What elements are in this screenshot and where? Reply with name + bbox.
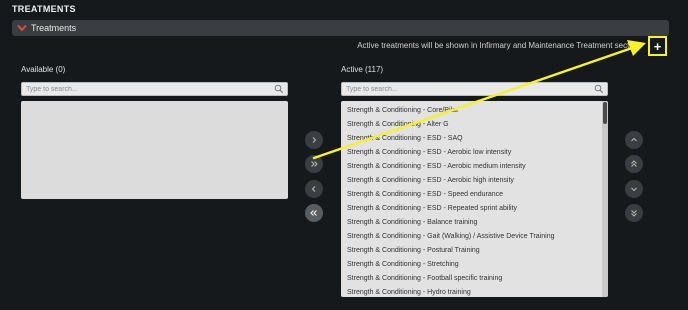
section-title: Treatments — [31, 23, 77, 33]
list-item[interactable]: Strength & Conditioning - Balance traini… — [341, 215, 608, 229]
info-text: Active treatments will be shown in Infir… — [357, 41, 640, 50]
list-item[interactable]: Strength & Conditioning - ESD - Speed en… — [341, 187, 608, 201]
page-title: TREATMENTS — [12, 4, 76, 14]
active-list-scrollbar[interactable] — [602, 101, 608, 297]
double-chevron-up-icon — [631, 160, 637, 167]
list-item[interactable]: Strength & Conditioning - Postural Train… — [341, 243, 608, 257]
move-all-left-button[interactable] — [305, 204, 323, 222]
move-down-button[interactable] — [625, 180, 643, 198]
double-chevron-down-icon — [631, 210, 637, 217]
list-item[interactable]: Strength & Conditioning - Stretching — [341, 257, 608, 271]
search-icon — [274, 84, 284, 94]
move-all-right-button[interactable] — [305, 155, 323, 173]
double-chevron-left-icon — [310, 210, 317, 216]
list-item[interactable]: Strength & Conditioning - ESD - Aerobic … — [341, 145, 608, 159]
move-left-button[interactable] — [305, 180, 323, 198]
move-to-bottom-button[interactable] — [625, 204, 643, 222]
available-search — [21, 82, 288, 96]
list-item[interactable]: Strength & Conditioning - ESD - Aerobic … — [341, 173, 608, 187]
list-item[interactable]: Strength & Conditioning - Football speci… — [341, 271, 608, 285]
chevron-down-icon — [17, 25, 27, 31]
available-list[interactable] — [21, 101, 288, 199]
move-to-top-button[interactable] — [625, 155, 643, 173]
list-item[interactable]: Strength & Conditioning - ESD - SAQ — [341, 131, 608, 145]
list-item[interactable]: Strength & Conditioning - Gait (Walking)… — [341, 229, 608, 243]
move-up-button[interactable] — [625, 131, 643, 149]
chevron-right-icon — [312, 137, 317, 143]
active-list[interactable]: Strength & Conditioning - Core/Pilat Str… — [341, 101, 608, 297]
list-item[interactable]: Strength & Conditioning - Core/Pilat — [341, 103, 608, 117]
active-search-input[interactable] — [342, 83, 594, 95]
treatments-section-header[interactable]: Treatments — [12, 20, 669, 36]
move-right-button[interactable] — [305, 131, 323, 149]
search-icon — [594, 84, 604, 94]
chevron-down-icon — [631, 187, 637, 192]
double-chevron-right-icon — [311, 161, 318, 167]
add-treatment-button[interactable]: + — [648, 36, 667, 56]
list-item[interactable]: Strength & Conditioning - Hydro training — [341, 285, 608, 297]
list-item[interactable]: Strength & Conditioning - Alter G — [341, 117, 608, 131]
available-search-input[interactable] — [22, 83, 274, 95]
available-label: Available (0) — [21, 65, 66, 74]
scrollbar-thumb[interactable] — [603, 102, 607, 124]
active-search — [341, 82, 608, 96]
list-item[interactable]: Strength & Conditioning - ESD - Aerobic … — [341, 159, 608, 173]
chevron-up-icon — [631, 137, 637, 142]
active-label: Active (117) — [341, 65, 384, 74]
chevron-left-icon — [311, 186, 316, 192]
list-item[interactable]: Strength & Conditioning - ESD - Repeated… — [341, 201, 608, 215]
